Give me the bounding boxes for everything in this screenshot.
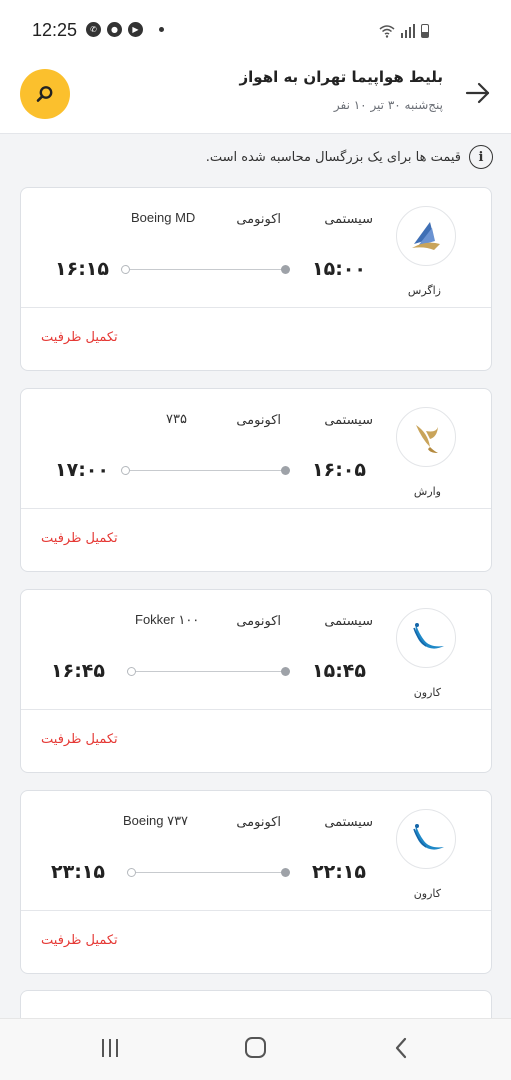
- whatsapp-icon: ✆: [86, 22, 101, 37]
- departure-time: ۱۶:۰۵: [312, 459, 366, 481]
- status-time: 12:25: [32, 20, 78, 40]
- varesh-logo: [396, 407, 456, 467]
- cabin-class: اکونومی: [236, 815, 281, 830]
- sold-out-status: تکمیل ظرفیت: [41, 732, 118, 747]
- arrival-time: ۲۳:۱۵: [51, 861, 105, 883]
- route-line: [131, 671, 288, 672]
- status-bar: 12:25 ✆ ● ▶: [0, 0, 511, 60]
- arrow-right-icon: [465, 82, 490, 104]
- airline-name: وارش: [413, 485, 441, 498]
- cabin-class: اکونومی: [236, 413, 281, 428]
- route-line: [125, 470, 288, 471]
- notification-icons: ✆ ● ▶: [86, 22, 164, 37]
- arrival-time: ۱۶:۱۵: [55, 258, 109, 280]
- aircraft-model: ۷۳۵: [166, 411, 187, 426]
- battery-icon: [421, 24, 429, 38]
- airline-name: کارون: [413, 686, 441, 699]
- system-nav-bar: [0, 1018, 511, 1080]
- departure-dot: [281, 868, 290, 877]
- sold-out-status: تکمیل ظرفیت: [41, 531, 118, 546]
- flight-type: سیستمی: [324, 212, 373, 227]
- arrival-dot: [127, 667, 136, 676]
- price-notice: i قیمت ها برای یک بزرگسال محاسبه شده است…: [206, 145, 493, 169]
- back-button[interactable]: [463, 78, 493, 108]
- home-icon[interactable]: [245, 1037, 266, 1058]
- departure-time: ۱۵:۴۵: [312, 660, 366, 682]
- page-title: بلیط هواپیما تهران به اهواز: [239, 68, 443, 86]
- search-icon: [36, 86, 53, 102]
- cabin-class: اکونومی: [236, 212, 281, 227]
- signal-icon: [401, 24, 415, 38]
- arrival-time: ۱۶:۴۵: [51, 660, 105, 682]
- card-divider: [21, 307, 491, 308]
- aircraft-model: Fokker ۱۰۰: [135, 612, 200, 627]
- flight-type: سیستمی: [324, 413, 373, 428]
- flight-card[interactable]: زاگرس سیستمی اکونومی Boeing MD ۱۵:۰۰ ۱۶:…: [20, 187, 492, 371]
- arrival-dot: [121, 466, 130, 475]
- departure-time: ۲۲:۱۵: [312, 861, 366, 883]
- notice-text: قیمت ها برای یک بزرگسال محاسبه شده است.: [205, 149, 461, 165]
- flight-card[interactable]: وارش سیستمی اکونومی ۷۳۵ ۱۶:۰۵ ۱۷:۰۰ تکمی…: [20, 388, 492, 572]
- wifi-icon: [379, 25, 395, 38]
- search-header: بلیط هواپیما تهران به اهواز پنج‌شنبه ۳۰ …: [0, 60, 511, 134]
- sold-out-status: تکمیل ظرفیت: [41, 330, 118, 345]
- sold-out-status: تکمیل ظرفیت: [41, 933, 118, 948]
- airline-name: کارون: [413, 887, 441, 900]
- card-divider: [21, 508, 491, 509]
- flight-card[interactable]: کارون سیستمی اکونومی Boeing ۷۳۷ ۲۲:۱۵ ۲۳…: [20, 790, 492, 974]
- system-icons: [379, 22, 429, 38]
- arrival-dot: [121, 265, 130, 274]
- flight-card[interactable]: کارون سیستمی اکونومی Fokker ۱۰۰ ۱۵:۴۵ ۱۶…: [20, 589, 492, 773]
- card-divider: [21, 709, 491, 710]
- route-line: [131, 872, 288, 873]
- aircraft-model: Boeing ۷۳۷: [123, 813, 189, 828]
- departure-dot: [281, 466, 290, 475]
- recent-apps-icon[interactable]: [102, 1039, 118, 1057]
- youtube-icon: ▶: [128, 22, 143, 37]
- app-badge-icon: ●: [107, 22, 122, 37]
- trip-details: پنج‌شنبه ۳۰ تیر ۱۰ نفر: [333, 98, 443, 112]
- card-divider: [21, 910, 491, 911]
- departure-dot: [281, 667, 290, 676]
- search-button[interactable]: [20, 69, 70, 119]
- arrival-dot: [127, 868, 136, 877]
- more-notifications-icon: [159, 27, 164, 32]
- back-icon[interactable]: [390, 1035, 414, 1061]
- info-icon: i: [469, 145, 493, 169]
- route-line: [125, 269, 288, 270]
- flight-type: سیستمی: [324, 815, 373, 830]
- karun-logo: [396, 608, 456, 668]
- flight-type: سیستمی: [324, 614, 373, 629]
- airline-name: زاگرس: [407, 284, 441, 297]
- karun-logo: [396, 809, 456, 869]
- aircraft-model: Boeing MD: [131, 210, 196, 225]
- zagros-logo: [396, 206, 456, 266]
- departure-dot: [281, 265, 290, 274]
- departure-time: ۱۵:۰۰: [312, 258, 366, 280]
- arrival-time: ۱۷:۰۰: [55, 459, 109, 481]
- cabin-class: اکونومی: [236, 614, 281, 629]
